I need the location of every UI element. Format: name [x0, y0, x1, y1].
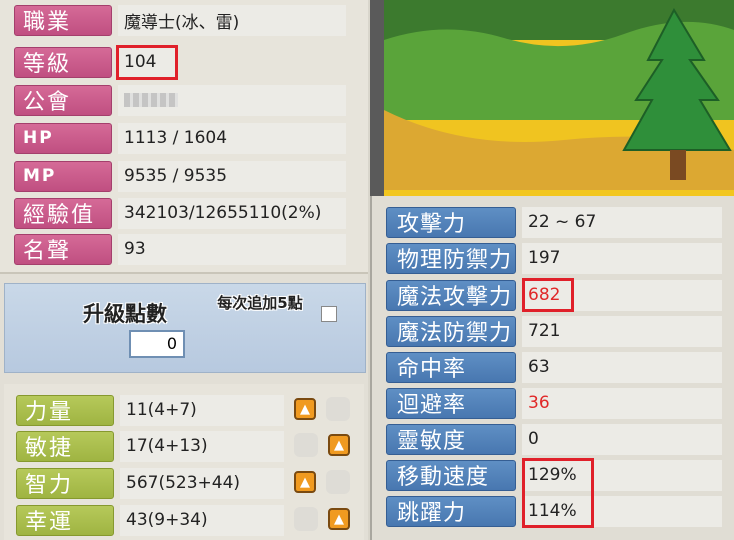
guild-label: 公會	[14, 84, 112, 116]
agility-label: 靈敏度	[386, 423, 516, 455]
str-blank-slot	[326, 397, 350, 421]
arrow-up-icon: ▲	[334, 437, 344, 453]
scene-background	[384, 0, 734, 190]
stat-row-dex: 敏捷 17(4+13)	[16, 430, 284, 462]
hp-value: 1113 / 1604	[118, 122, 346, 154]
scene-wall	[370, 0, 384, 196]
job-value: 魔導士(冰、雷)	[118, 4, 346, 36]
level-up-points-input[interactable]: 0	[129, 330, 185, 358]
level-up-points-box: 升級點數 0 每次追加5點	[4, 283, 366, 373]
stat-row-luk: 幸運 43(9+34)	[16, 504, 284, 536]
stat-label: 智力	[16, 467, 114, 499]
job-label: 職業	[14, 4, 112, 36]
int-up-button[interactable]: ▲	[294, 471, 316, 493]
right-stat-row: 魔法防禦力 721	[386, 315, 722, 347]
phys-def-label: 物理防禦力	[386, 242, 516, 274]
stat-value: 43(9+34)	[120, 504, 284, 536]
avoid-value: 36	[522, 387, 722, 419]
magic-def-value: 721	[522, 315, 722, 347]
magic-def-label: 魔法防禦力	[386, 315, 516, 347]
right-stat-row: 物理防禦力 197	[386, 242, 722, 274]
phys-def-value: 197	[522, 242, 722, 274]
int-blank-slot	[326, 470, 350, 494]
arrow-up-icon: ▲	[300, 474, 310, 490]
game-scene	[370, 0, 734, 196]
dex-up-button[interactable]: ▲	[328, 434, 350, 456]
mp-row: MP 9535 / 9535	[14, 160, 346, 192]
magic-atk-highlight	[522, 278, 574, 312]
right-stat-row: 命中率 63	[386, 351, 722, 383]
character-info-panel: 職業 魔導士(冰、雷) 等級 104 公會 HP 1113 / 1604 MP …	[0, 0, 368, 540]
fame-value: 93	[118, 233, 346, 265]
hp-row: HP 1113 / 1604	[14, 122, 346, 154]
accuracy-label: 命中率	[386, 351, 516, 383]
level-value: 104	[116, 44, 178, 80]
str-up-button[interactable]: ▲	[294, 398, 316, 420]
detail-stats-panel: 攻擊力 22 ~ 67 物理防禦力 197 魔法攻擊力 682 魔法防禦力 72…	[370, 196, 734, 540]
hp-label: HP	[14, 122, 112, 154]
stat-label: 幸運	[16, 504, 114, 536]
speed-label: 移動速度	[386, 459, 516, 491]
speed-jump-highlight	[522, 458, 594, 528]
arrow-up-icon: ▲	[334, 511, 344, 527]
stat-row-str: 力量 11(4+7)	[16, 394, 284, 426]
stat-value: 567(523+44)	[120, 467, 284, 499]
avoid-label: 迴避率	[386, 387, 516, 419]
fame-row: 名聲 93	[14, 233, 346, 265]
jump-label: 跳躍力	[386, 495, 516, 527]
guild-value	[118, 84, 346, 116]
exp-row: 經驗值 342103/12655110(2%)	[14, 197, 346, 229]
guild-name-blurred	[124, 93, 178, 107]
stat-label: 力量	[16, 394, 114, 426]
basic-info-section: 職業 魔導士(冰、雷) 等級 104 公會 HP 1113 / 1604 MP …	[0, 0, 368, 274]
stat-label: 敏捷	[16, 430, 114, 462]
stat-row-int: 智力 567(523+44)	[16, 467, 284, 499]
level-label: 等級	[14, 46, 112, 78]
job-row: 職業 魔導士(冰、雷)	[14, 4, 346, 36]
exp-label: 經驗值	[14, 197, 112, 229]
add5-checkbox[interactable]	[321, 306, 337, 322]
level-up-points-title: 升級點數	[83, 302, 167, 326]
mp-label: MP	[14, 160, 112, 192]
dex-blank-slot	[294, 433, 318, 457]
exp-value: 342103/12655110(2%)	[118, 197, 346, 229]
attack-value: 22 ~ 67	[522, 206, 722, 238]
arrow-up-icon: ▲	[300, 401, 310, 417]
accuracy-value: 63	[522, 351, 722, 383]
luk-blank-slot	[294, 507, 318, 531]
guild-row: 公會	[14, 84, 346, 116]
stat-value: 11(4+7)	[120, 394, 284, 426]
add5-label: 每次追加5點	[217, 294, 303, 312]
attack-label: 攻擊力	[386, 206, 516, 238]
tree-illustration	[384, 0, 734, 190]
right-stat-row: 攻擊力 22 ~ 67	[386, 206, 722, 238]
fame-label: 名聲	[14, 233, 112, 265]
level-row: 等級 104	[14, 44, 178, 80]
agility-value: 0	[522, 423, 722, 455]
right-stat-row: 靈敏度 0	[386, 423, 722, 455]
mp-value: 9535 / 9535	[118, 160, 346, 192]
luk-up-button[interactable]: ▲	[328, 508, 350, 530]
ability-stats-section: 力量 11(4+7) ▲ 敏捷 17(4+13) ▲ 智力 567(523+44…	[4, 384, 364, 540]
right-stat-row: 迴避率 36	[386, 387, 722, 419]
magic-atk-label: 魔法攻擊力	[386, 279, 516, 311]
stat-value: 17(4+13)	[120, 430, 284, 462]
